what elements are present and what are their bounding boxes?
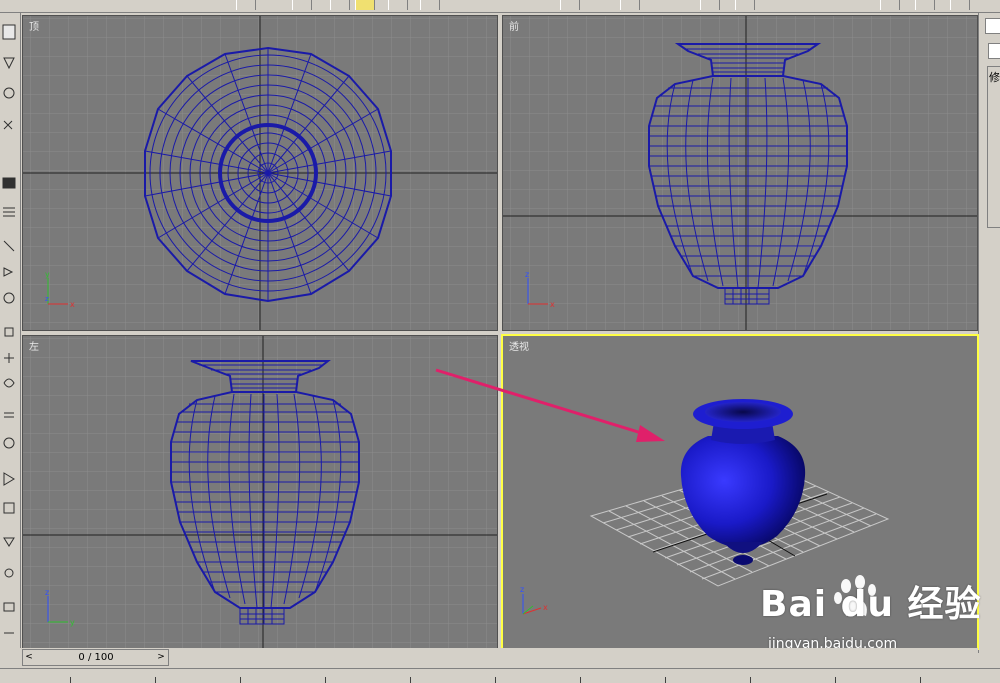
track-bar-ruler[interactable] xyxy=(0,668,1000,683)
time-next-button[interactable]: > xyxy=(155,650,167,665)
watermark-brand: Bai du 经验 xyxy=(760,584,982,625)
time-slider-value[interactable]: 0 / 100 xyxy=(37,650,155,665)
baidu-watermark: Bai du 经验 jingyan.baidu.com xyxy=(760,570,981,660)
time-slider-bar: < 0 / 100 > xyxy=(20,648,978,668)
time-slider[interactable]: < 0 / 100 > xyxy=(22,649,169,666)
time-prev-button[interactable]: < xyxy=(23,650,35,665)
